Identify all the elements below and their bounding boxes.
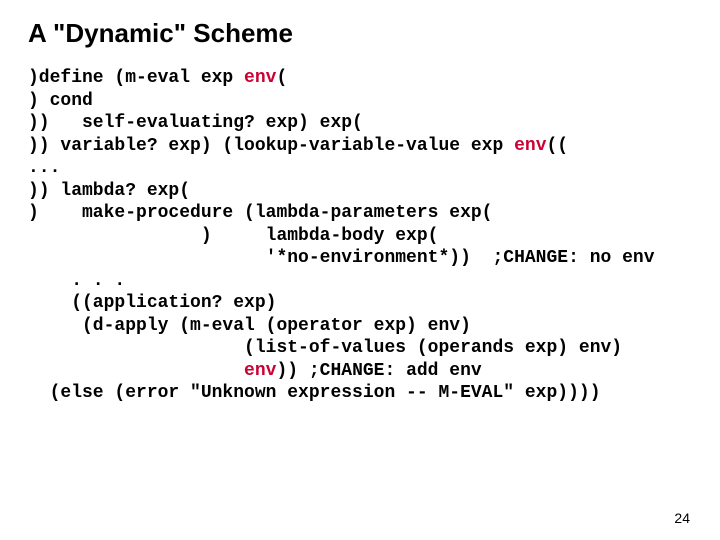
code-line-4a: )) variable? exp) (lookup-variable-value…: [28, 136, 514, 156]
code-line-11: (list-of-values (operands exp) env): [28, 338, 622, 358]
code-env-2: env: [514, 136, 546, 156]
code-line-9: ((application? exp): [28, 293, 276, 313]
code-ellipsis-1: ...: [28, 158, 60, 178]
code-line-1b: (: [276, 68, 287, 88]
code-line-5: )) lambda? exp(: [28, 181, 190, 201]
code-line-13: (else (error "Unknown expression -- M-EV…: [28, 383, 601, 403]
code-line-12a: [28, 361, 244, 381]
code-env-1: env: [244, 68, 276, 88]
slide-title: A "Dynamic" Scheme: [28, 18, 692, 49]
code-line-10: (d-apply (m-eval (operator exp) env): [28, 316, 471, 336]
code-line-3: )) self-evaluating? exp) exp(: [28, 113, 363, 133]
code-env-3: env: [244, 361, 276, 381]
page-number: 24: [674, 510, 690, 526]
code-line-1a: )define (m-eval exp: [28, 68, 244, 88]
code-line-6: ) make-procedure (lambda-parameters exp(: [28, 203, 492, 223]
code-line-8: '*no-environment*)) ;CHANGE: no env: [28, 248, 655, 268]
code-line-4b: ((: [547, 136, 569, 156]
code-ellipsis-2: . . .: [28, 271, 125, 291]
code-line-12b: )) ;CHANGE: add env: [276, 361, 481, 381]
code-line-2: ) cond: [28, 91, 93, 111]
code-block: )define (m-eval exp env( ) cond )) self-…: [28, 67, 692, 405]
code-line-7: ) lambda-body exp(: [28, 226, 438, 246]
